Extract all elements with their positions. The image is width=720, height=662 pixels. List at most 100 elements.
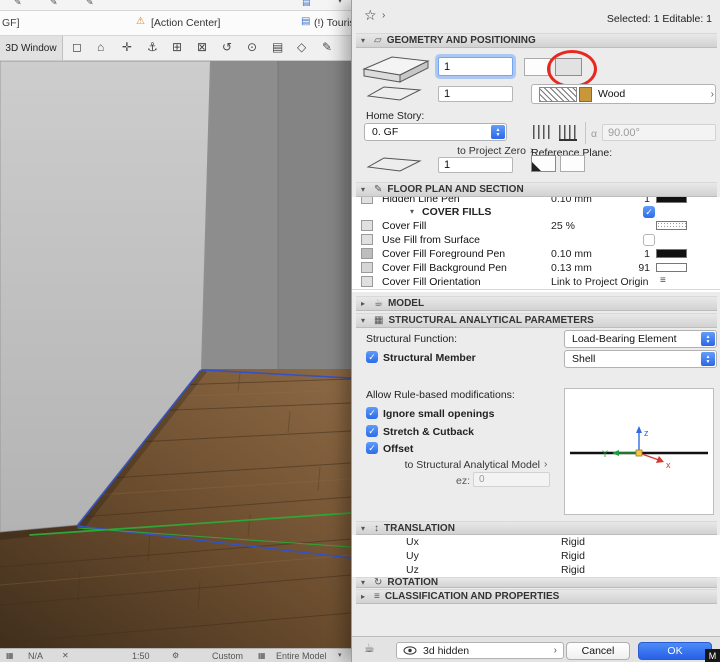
pen-tool-tab-icon[interactable]: ✎	[86, 0, 94, 8]
3d-toolbar-icon[interactable]: ⊙	[247, 40, 257, 54]
surface-fill-icon	[361, 234, 373, 245]
3d-toolbar-icon[interactable]: ⊠	[197, 40, 207, 54]
row-value[interactable]: Rigid	[561, 536, 585, 548]
favorites-pot-icon[interactable]: ☕	[364, 641, 375, 655]
3d-window-toolbar: 3D Window ◻ ⌂ ✛ ⚓ ⊞ ⊠ ↺ ⊙ ▤ ◇ ✎	[0, 36, 351, 61]
gf-tab-label[interactable]: GF]	[2, 17, 20, 29]
parameter-row-cover-fill-background-pen[interactable]: Cover Fill Background Pen 0.13 mm 91	[352, 261, 720, 276]
row-value[interactable]: Rigid	[561, 550, 585, 562]
3d-toolbar-icon[interactable]: ▤	[272, 40, 283, 54]
statusbar-na: N/A	[28, 651, 44, 661]
favorites-chevron-icon[interactable]: ›	[382, 10, 385, 21]
3d-toolbar-icon[interactable]: ◻	[72, 40, 82, 54]
pen-swatch[interactable]	[656, 197, 687, 203]
parameter-row-use-fill-from-surface[interactable]: Use Fill from Surface	[352, 233, 720, 248]
3d-toolbar-icon[interactable]: ⚓	[147, 40, 158, 54]
cover-fills-checkbox[interactable]: ✓	[643, 206, 655, 218]
cancel-button[interactable]: Cancel	[566, 642, 630, 660]
statusbar-layer-combo[interactable]: Custom	[212, 651, 243, 661]
reference-line-alt-icon[interactable]	[559, 125, 577, 141]
statusbar-caret-icon[interactable]: ▾	[338, 651, 342, 659]
row-label: Cover Fill Orientation	[382, 276, 481, 288]
translation-row-uy[interactable]: Uy Rigid	[352, 549, 720, 564]
structural-function-select[interactable]: Load-Bearing Element ▲ ▼	[564, 330, 717, 348]
fill-swatch[interactable]	[656, 221, 687, 230]
visibility-dropdown[interactable]: 3d hidden ›	[396, 642, 564, 659]
3d-viewport[interactable]	[0, 61, 351, 648]
section-structural-header[interactable]: ▾ ▦ STRUCTURAL ANALYTICAL PARAMETERS	[356, 313, 717, 328]
section-classification-header[interactable]: ▸ ≡ CLASSIFICATION AND PROPERTIES	[356, 589, 717, 604]
statusbar-model-filter[interactable]: Entire Model	[276, 651, 327, 661]
to-structural-analytical-model-button[interactable]: to Structural Analytical Model	[392, 459, 540, 471]
row-value[interactable]: 25 %	[551, 220, 575, 232]
tool-tabs-strip: ✎ ✎ ✎ ▤ ▾	[0, 0, 351, 11]
pen-swatch[interactable]	[656, 263, 687, 272]
parameter-row-cover-fill-foreground-pen[interactable]: Cover Fill Foreground Pen 0.10 mm 1	[352, 247, 720, 262]
row-pen[interactable]: 1	[610, 197, 650, 205]
geometry-section-icon: ▱	[374, 35, 382, 46]
row-value[interactable]: Rigid	[561, 564, 585, 576]
3d-toolbar-icon[interactable]: ◇	[297, 40, 306, 54]
ignore-small-openings-checkbox[interactable]: ✓	[366, 407, 378, 419]
quick-access-bar: GF] ⚠ [Action Center] ▤ (!) Touris	[0, 11, 351, 36]
row-value[interactable]: 0.10 mm	[551, 248, 592, 260]
3d-toolbar-icon[interactable]: ↺	[222, 40, 232, 54]
use-fill-from-surface-checkbox[interactable]	[643, 234, 655, 246]
section-rotation-title: ROTATION	[387, 577, 439, 588]
section-floorplan-header[interactable]: ▾ ✎ FLOOR PLAN AND SECTION	[356, 182, 717, 197]
structural-member-select[interactable]: Shell ▲ ▼	[564, 350, 717, 368]
base-offset-input[interactable]: 1	[438, 157, 513, 173]
statusbar-close-icon[interactable]: ✕	[62, 651, 69, 660]
statusbar-gear-icon[interactable]: ⚙	[172, 651, 179, 660]
rotation-section-icon: ↻	[374, 577, 383, 588]
section-model-header[interactable]: ▸ ☕ MODEL	[356, 296, 717, 311]
3d-toolbar-icon[interactable]: ✛	[122, 40, 132, 54]
3d-toolbar-icon[interactable]: ⌂	[97, 40, 104, 54]
base-offset-icon	[366, 157, 422, 172]
row-pen[interactable]: 1	[610, 248, 650, 260]
ok-button[interactable]: OK	[638, 642, 712, 660]
home-story-select[interactable]: 0. GF ▲ ▼	[364, 123, 507, 141]
wall-thickness-input[interactable]: 1	[438, 57, 513, 76]
building-material-dropdown[interactable]: Wood ›	[531, 84, 716, 104]
structural-member-checkbox[interactable]: ✓	[366, 351, 378, 363]
favorites-star-button[interactable]: ☆	[364, 7, 377, 24]
pen-tool-tab-icon[interactable]: ✎	[50, 0, 58, 8]
parameter-row-cover-fill-orientation[interactable]: Cover Fill Orientation Link to Project O…	[352, 275, 720, 290]
wall-height-input[interactable]: 1	[438, 86, 513, 102]
section-translation-header[interactable]: ▾ ↕ TRANSLATION	[356, 521, 717, 535]
section-structural-title: STRUCTURAL ANALYTICAL PARAMETERS	[388, 315, 594, 326]
row-value[interactable]: 0.10 mm	[551, 197, 592, 205]
3d-toolbar-icon[interactable]: ⊞	[172, 40, 182, 54]
caret-down-icon[interactable]: ▾	[338, 0, 342, 5]
tab-3d-window[interactable]: 3D Window	[0, 36, 63, 60]
statusbar-grid-icon[interactable]: ▦	[6, 651, 14, 660]
reference-plane-alt-button[interactable]	[560, 155, 585, 172]
translation-row-ux[interactable]: Ux Rigid	[352, 535, 720, 550]
action-center-button[interactable]: [Action Center]	[151, 17, 220, 29]
statusbar: ▦ N/A ✕ 1:50 ⚙ Custom ▦ Entire Model ▾	[0, 648, 351, 662]
floorplan-table: Hidden Line Pen 0.10 mm 1 ▾ COVER FILLS …	[352, 197, 720, 292]
stretch-cutback-checkbox[interactable]: ✓	[366, 425, 378, 437]
doc-tab-icon[interactable]: ▤	[302, 0, 311, 8]
parameter-row-cover-fill[interactable]: Cover Fill 25 %	[352, 219, 720, 234]
statusbar-model-icon[interactable]: ▦	[258, 651, 266, 660]
group-row-cover-fills[interactable]: ▾ COVER FILLS ✓	[352, 205, 720, 220]
action-center-warning-icon: ⚠	[136, 16, 145, 27]
reference-line-icon[interactable]	[533, 125, 551, 139]
orientation-lines-icon[interactable]: ≡	[660, 275, 666, 286]
material-color-chip	[579, 86, 592, 102]
pen-tool-tab-icon[interactable]: ✎	[14, 0, 22, 8]
to-sam-chevron-icon[interactable]: ›	[544, 459, 547, 470]
statusbar-scale[interactable]: 1:50	[132, 651, 150, 661]
row-value[interactable]: Link to Project Origin	[551, 276, 648, 288]
offset-checkbox[interactable]: ✓	[366, 442, 378, 454]
3d-toolbar-icon[interactable]: ✎	[322, 40, 332, 54]
pen-swatch[interactable]	[656, 249, 687, 258]
notification-label[interactable]: (!) Touris	[314, 17, 351, 29]
section-rotation-header[interactable]: ▾ ↻ ROTATION	[356, 577, 717, 588]
row-pen[interactable]: 91	[610, 262, 650, 274]
row-value[interactable]: 0.13 mm	[551, 262, 592, 274]
translation-row-uz[interactable]: Uz Rigid	[352, 563, 720, 578]
section-geometry-header[interactable]: ▾ ▱ GEOMETRY AND POSITIONING	[356, 33, 717, 48]
